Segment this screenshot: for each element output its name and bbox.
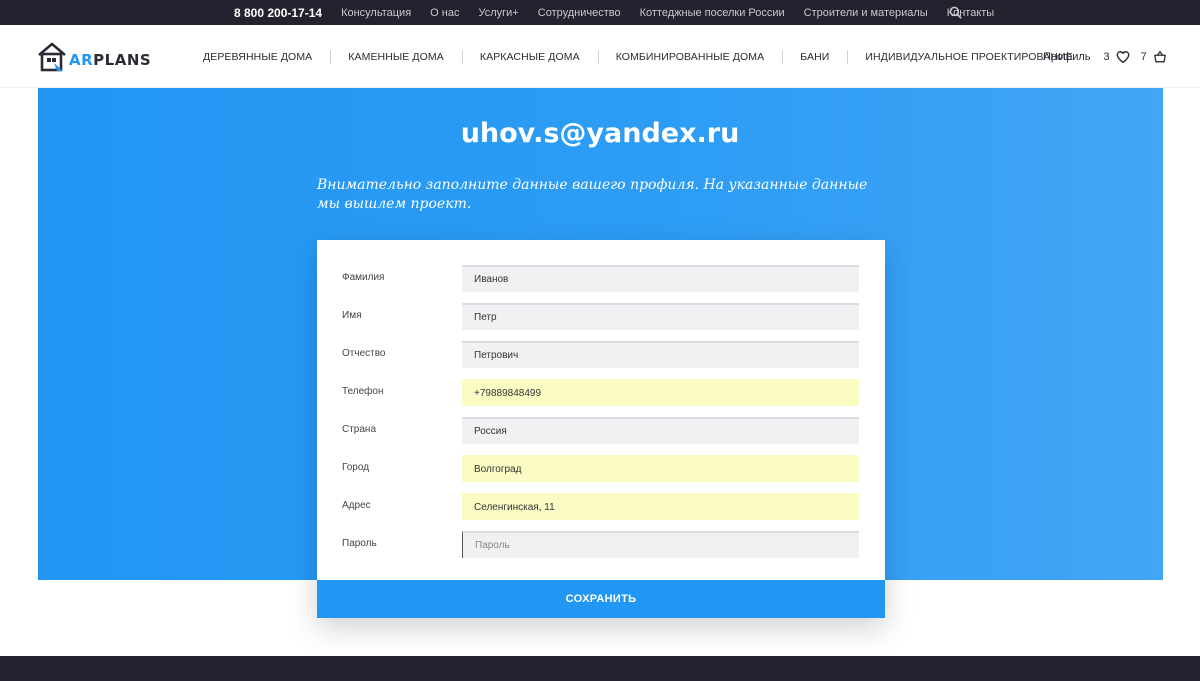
top-bar: 8 800 200-17-14 Консультация О нас Услуг… <box>0 0 1200 25</box>
patronymic-label: Отчество <box>342 348 386 359</box>
nav-baths[interactable]: БАНИ <box>782 49 847 64</box>
phone-input[interactable] <box>462 379 859 406</box>
nav-wooden-houses[interactable]: ДЕРЕВЯННЫЕ ДОМА <box>185 51 330 63</box>
form-row-password: Пароль <box>317 531 885 558</box>
top-link-about[interactable]: О нас <box>430 7 459 19</box>
top-link-builders[interactable]: Строители и материалы <box>804 7 928 19</box>
nav-frame-houses[interactable]: КАРКАСНЫЕ ДОМА <box>461 49 598 64</box>
lastname-input[interactable] <box>462 265 859 292</box>
cart-basket-icon[interactable] <box>1153 50 1167 64</box>
footer <box>0 656 1200 681</box>
top-link-services[interactable]: Услуги+ <box>478 7 518 19</box>
cart-count: 7 <box>1140 50 1147 63</box>
profile-instructions: Внимательно заполните данные вашего проф… <box>317 177 868 212</box>
form-row-phone: Телефон <box>317 379 885 406</box>
address-label: Адрес <box>342 500 371 511</box>
form-row-firstname: Имя <box>317 303 885 330</box>
country-input[interactable] <box>462 417 859 444</box>
city-input[interactable] <box>462 455 859 482</box>
top-link-consultation[interactable]: Консультация <box>341 7 411 19</box>
search-icon[interactable] <box>949 6 962 19</box>
form-row-patronymic: Отчество <box>317 341 885 368</box>
firstname-input[interactable] <box>462 303 859 330</box>
top-bar-links: 8 800 200-17-14 Консультация О нас Услуг… <box>234 0 1013 25</box>
nav-combined-houses[interactable]: КОМБИНИРОВАННЫЕ ДОМА <box>597 49 783 64</box>
heart-icon[interactable] <box>1116 50 1130 64</box>
firstname-label: Имя <box>342 310 362 321</box>
favorites-count: 3 <box>1103 50 1110 63</box>
country-label: Страна <box>342 424 377 435</box>
phone-number[interactable]: 8 800 200-17-14 <box>234 6 322 20</box>
password-label: Пароль <box>342 538 377 549</box>
profile-form: Фамилия Имя Отчество Телефон Страна Горо… <box>317 240 885 618</box>
logo[interactable]: ARPLANS <box>37 40 162 73</box>
password-input[interactable] <box>462 531 859 558</box>
address-input[interactable] <box>462 493 859 520</box>
logo-text: ARPLANS <box>69 50 152 69</box>
phone-label: Телефон <box>342 386 384 397</box>
form-row-lastname: Фамилия <box>317 265 885 292</box>
main-nav: ДЕРЕВЯННЫЕ ДОМА КАМЕННЫЕ ДОМА КАРКАСНЫЕ … <box>185 25 1091 88</box>
patronymic-input[interactable] <box>462 341 859 368</box>
form-row-country: Страна <box>317 417 885 444</box>
header-user-area: Профиль 3 7 <box>1043 25 1178 88</box>
lastname-label: Фамилия <box>342 272 385 283</box>
form-row-city: Город <box>317 455 885 482</box>
user-email-title: uhov.s@yandex.ru <box>460 118 740 149</box>
profile-link[interactable]: Профиль <box>1043 51 1091 63</box>
header: ARPLANS ДЕРЕВЯННЫЕ ДОМА КАМЕННЫЕ ДОМА КА… <box>0 25 1200 88</box>
top-link-cooperation[interactable]: Сотрудничество <box>538 7 621 19</box>
nav-stone-houses[interactable]: КАМЕННЫЕ ДОМА <box>330 49 462 64</box>
house-logo-icon <box>38 42 66 71</box>
city-label: Город <box>342 462 370 473</box>
save-button[interactable]: СОХРАНИТЬ <box>317 580 885 618</box>
form-row-address: Адрес <box>317 493 885 520</box>
top-link-cottage-villages[interactable]: Коттеджные поселки России <box>640 7 785 19</box>
